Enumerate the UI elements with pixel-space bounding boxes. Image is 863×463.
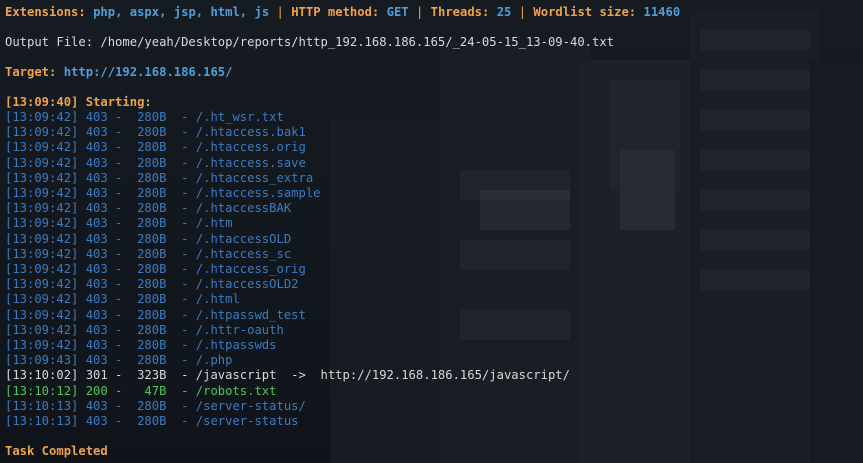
result-row: [13:09:42] 403 - 280B - /.htm: [5, 216, 233, 231]
result-row: [13:09:42] 403 - 280B - /.htaccess_orig: [5, 262, 306, 276]
result-row: [13:09:42] 403 - 280B - /.httr-oauth: [5, 322, 284, 337]
result-row: [13:10:02] 301 - 323B - /javascript -> h…: [5, 368, 570, 383]
threads-label: Threads:: [430, 5, 490, 19]
output-file-line: Output File: /home/yeah/Desktop/reports/…: [5, 35, 615, 49]
result-row: [13:09:43] 403 - 280B - /.php: [5, 353, 233, 368]
wordlist-label: Wordlist size:: [533, 5, 637, 19]
target-url: http://192.168.186.165/: [63, 65, 233, 79]
result-row: [13:09:42] 403 - 280B - /.ht_wsr.txt: [5, 110, 284, 124]
task-completed-line: Task Completed: [5, 444, 108, 458]
method-value: GET: [386, 5, 409, 19]
result-row: [13:10:13] 403 - 280B - /server-status: [5, 414, 299, 428]
result-row: [13:10:12] 200 - 47B - /robots.txt: [5, 383, 277, 398]
scan-config-line: Extensions: php, aspx, jsp, html, js | H…: [5, 5, 680, 20]
result-row: [13:09:42] 403 - 280B - /.htaccessOLD2: [5, 277, 299, 292]
result-row: [13:09:42] 403 - 280B - /.htpasswds: [5, 338, 277, 352]
result-row: [13:09:42] 403 - 280B - /.htaccess.sampl…: [5, 186, 321, 200]
result-row: [13:09:42] 403 - 280B - /.html: [5, 292, 240, 307]
result-row: [13:09:42] 403 - 280B - /.htaccess.bak1: [5, 125, 306, 140]
separator: |: [415, 5, 424, 19]
result-row: [13:09:42] 403 - 280B - /.htaccess.orig: [5, 140, 306, 155]
result-row: [13:10:13] 403 - 280B - /server-status/: [5, 398, 306, 413]
result-row: [13:09:42] 403 - 280B - /.htaccess_sc: [5, 246, 292, 261]
separator: |: [518, 5, 527, 19]
target-label: Target:: [5, 65, 57, 79]
extensions-label: Extensions:: [5, 5, 86, 19]
result-row: [13:09:42] 403 - 280B - /.htaccessOLD: [5, 231, 292, 246]
wordlist-value: 11460: [643, 5, 681, 19]
separator: |: [276, 5, 284, 19]
terminal-window[interactable]: Extensions: php, aspx, jsp, html, js | H…: [0, 0, 863, 463]
result-row: [13:09:42] 403 - 280B - /.htpasswd_test: [5, 307, 306, 322]
result-row: [13:09:42] 403 - 280B - /.htaccessBAK: [5, 201, 292, 216]
starting-line: [13:09:40] Starting:: [5, 95, 152, 109]
method-label: HTTP method:: [291, 5, 380, 19]
extensions-value: php, aspx, jsp, html, js: [93, 5, 270, 19]
target-line: Target: http://192.168.186.165/: [5, 65, 232, 80]
result-row: [13:09:42] 403 - 280B - /.htaccess.save: [5, 155, 306, 170]
result-row: [13:09:42] 403 - 280B - /.htaccess_extra: [5, 170, 314, 185]
threads-value: 25: [496, 5, 512, 19]
